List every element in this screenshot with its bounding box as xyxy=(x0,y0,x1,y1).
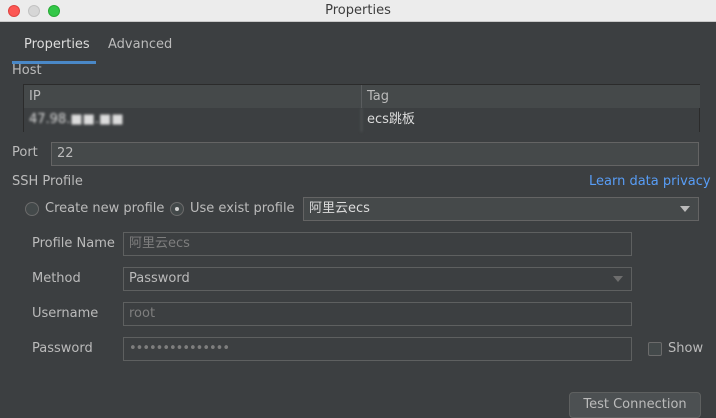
profile-name-input[interactable]: 阿里云ecs xyxy=(123,232,632,256)
ssh-profile-label: SSH Profile xyxy=(12,174,83,189)
column-header-ip[interactable]: IP xyxy=(24,85,362,108)
profile-select[interactable]: 阿里云ecs xyxy=(303,197,699,221)
method-label: Method xyxy=(32,271,81,286)
tab-advanced[interactable]: Advanced xyxy=(96,31,184,61)
title-bar: Properties xyxy=(0,0,716,22)
host-tag-cell: ecs跳板 xyxy=(367,112,415,127)
chevron-down-icon xyxy=(613,276,623,282)
tab-properties[interactable]: Properties xyxy=(12,31,96,64)
chevron-down-icon xyxy=(680,206,690,212)
create-new-profile-radio[interactable] xyxy=(25,202,39,216)
show-password-checkbox[interactable] xyxy=(648,342,662,356)
column-header-tag[interactable]: Tag xyxy=(362,85,700,108)
create-new-profile-label[interactable]: Create new profile xyxy=(45,201,164,216)
host-ip-cell: 47.98.■■.■■ xyxy=(24,108,362,132)
port-input[interactable]: 22 xyxy=(51,142,699,166)
username-label: Username xyxy=(32,306,99,321)
use-exist-profile-label[interactable]: Use exist profile xyxy=(190,201,295,216)
show-password-label[interactable]: Show xyxy=(668,341,703,356)
learn-data-privacy-link[interactable]: Learn data privacy xyxy=(589,174,711,189)
table-row[interactable]: 47.98.■■.■■ ecs跳板 xyxy=(24,108,699,132)
method-select[interactable]: Password xyxy=(123,267,632,291)
profile-select-value: 阿里云ecs xyxy=(309,201,370,216)
host-label: Host xyxy=(12,63,42,78)
profile-name-label: Profile Name xyxy=(32,236,115,251)
test-connection-button[interactable]: Test Connection xyxy=(569,392,701,418)
password-label: Password xyxy=(32,341,93,356)
host-table: IP Tag 47.98.■■.■■ ecs跳板 xyxy=(23,84,700,132)
username-input[interactable]: root xyxy=(123,302,632,326)
window-title: Properties xyxy=(325,3,391,18)
port-label: Port xyxy=(12,145,38,160)
use-exist-profile-radio[interactable] xyxy=(170,202,184,216)
method-select-value: Password xyxy=(129,271,190,286)
password-input[interactable]: ••••••••••••••• xyxy=(123,337,632,361)
